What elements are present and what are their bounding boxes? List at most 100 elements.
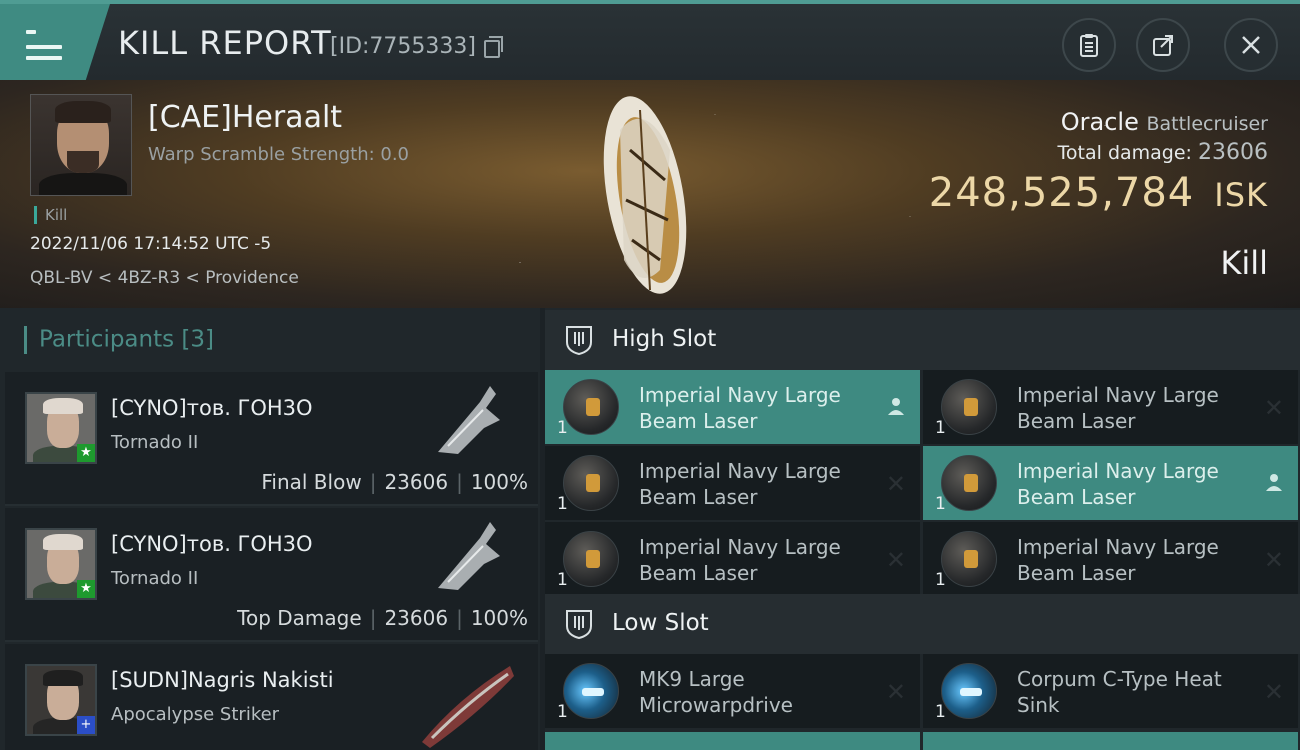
participant-name: [SUDN]Nagris Nakisti [111, 668, 334, 692]
destroyed-icon: ✕ [1263, 678, 1284, 706]
module-item-partial[interactable] [545, 732, 920, 750]
participant-name: [CYNO]тов. ГОН3О [111, 532, 313, 556]
module-item[interactable]: 1 Imperial Navy Large Beam Laser ✕ [545, 522, 920, 596]
module-name: Imperial Navy Large Beam Laser [639, 459, 841, 509]
module-name: Imperial Navy Large Beam Laser [639, 383, 841, 433]
module-name: Imperial Navy Large Beam Laser [1017, 535, 1219, 585]
kill-datetime: 2022/11/06 17:14:52 UTC -5 [30, 234, 272, 254]
beam-laser-icon [563, 379, 619, 435]
isk-value: 248,525,784 ISK [929, 170, 1268, 216]
microwarpdrive-icon [563, 663, 619, 719]
module-qty: 1 [557, 418, 568, 438]
victim-name[interactable]: [CAE]Heraalt [148, 100, 342, 135]
share-icon [1153, 35, 1173, 56]
isk-amount: 248,525,784 [928, 170, 1195, 216]
tornado-ship-image [438, 522, 500, 590]
destroyed-icon: ✕ [1263, 394, 1284, 422]
module-qty: 1 [935, 418, 946, 438]
participants-header: Participants [3] [0, 308, 540, 372]
low-slot-header: Low Slot [545, 594, 1300, 654]
beam-laser-icon [941, 379, 997, 435]
participant-name: [CYNO]тов. ГОН3О [111, 396, 313, 420]
warp-scramble: Warp Scramble Strength: 0.0 [148, 144, 410, 165]
module-name: MK9 Large Microwarpdrive [639, 667, 793, 717]
tornado-ship-image [438, 386, 500, 454]
module-item[interactable]: 1 Corpum C-Type Heat Sink ✕ [923, 654, 1298, 728]
high-slot-icon [566, 326, 592, 356]
person-icon [1266, 474, 1282, 491]
module-item[interactable]: 1 Imperial Navy Large Beam Laser ✕ [545, 446, 920, 520]
plus-icon: + [77, 716, 95, 734]
module-name: Imperial Navy Large Beam Laser [1017, 459, 1219, 509]
participant-row[interactable]: + [SUDN]Nagris Nakisti Apocalypse Strike… [5, 644, 538, 750]
beam-laser-icon [563, 531, 619, 587]
destroyed-icon: ✕ [1263, 546, 1284, 574]
participant-stats: Top Damage | 23606 | 100% [237, 606, 528, 630]
victim-avatar[interactable] [30, 94, 132, 196]
participant-avatar: ★ [25, 392, 97, 464]
low-slot-label: Low Slot [612, 610, 709, 636]
module-name: Corpum C-Type Heat Sink [1017, 667, 1222, 717]
kill-location[interactable]: QBL-BV < 4BZ-R3 < Providence [30, 268, 299, 288]
participant-ship: Apocalypse Striker [111, 704, 280, 725]
module-item[interactable]: 1 Imperial Navy Large Beam Laser ✕ [923, 370, 1298, 444]
oracle-ship-image[interactable] [590, 90, 700, 300]
copy-icon[interactable] [484, 36, 503, 58]
module-item[interactable]: 1 MK9 Large Microwarpdrive ✕ [545, 654, 920, 728]
isk-unit: ISK [1214, 176, 1268, 214]
module-item[interactable]: 1 Imperial Navy Large Beam Laser [545, 370, 920, 444]
total-damage: Total damage: 23606 [1058, 140, 1268, 165]
module-item-partial[interactable] [923, 732, 1298, 750]
star-icon: ★ [77, 580, 95, 598]
clipboard-button[interactable] [1062, 18, 1116, 72]
module-name: Imperial Navy Large Beam Laser [639, 535, 841, 585]
heat-sink-icon [941, 663, 997, 719]
beam-laser-icon [941, 455, 997, 511]
destroyed-icon: ✕ [885, 470, 906, 498]
share-button[interactable] [1136, 18, 1190, 72]
victim-header: [CAE]Heraalt Warp Scramble Strength: 0.0… [0, 80, 1300, 308]
destroyed-icon: ✕ [885, 678, 906, 706]
ship-name: Oracle [1060, 108, 1139, 136]
close-button[interactable] [1224, 18, 1278, 72]
high-slot-header: High Slot [545, 310, 1300, 370]
participant-damage: 23606 [384, 606, 449, 630]
high-slot-label: High Slot [612, 326, 717, 352]
fittings-panel: High Slot 1 Imperial Navy Large Beam Las… [545, 308, 1300, 750]
participant-stats: Final Blow | 23606 | 100% [261, 470, 528, 494]
page-title: KILL REPORT [118, 24, 332, 62]
kill-tag: Kill [34, 206, 67, 224]
total-damage-label: Total damage: [1057, 142, 1192, 164]
participant-ship: Tornado II [111, 568, 199, 589]
ship-class: Battlecruiser [1146, 113, 1268, 135]
top-bar: KILL REPORT [ID:7755333] [0, 0, 1300, 80]
menu-button[interactable] [0, 4, 110, 80]
close-icon [1242, 36, 1260, 54]
participant-percent: 100% [470, 470, 528, 494]
participant-avatar: ★ [25, 528, 97, 600]
module-qty: 1 [557, 702, 568, 722]
participant-ship: Tornado II [111, 432, 199, 453]
module-qty: 1 [557, 494, 568, 514]
star-icon: ★ [77, 444, 95, 462]
participant-role: Top Damage [237, 606, 362, 630]
participant-role: Final Blow [261, 470, 362, 494]
participant-row[interactable]: ★ [CYNO]тов. ГОН3О Tornado II Top Damage… [5, 508, 538, 642]
module-qty: 1 [935, 702, 946, 722]
participants-label: Participants [39, 326, 175, 353]
menu-icon [26, 26, 62, 60]
participant-row[interactable]: ★ [CYNO]тов. ГОН3О Tornado II Final Blow… [5, 372, 538, 506]
apocalypse-ship-image [422, 666, 514, 748]
participants-count: [3] [181, 326, 215, 353]
module-item[interactable]: 1 Imperial Navy Large Beam Laser [923, 446, 1298, 520]
module-qty: 1 [935, 494, 946, 514]
report-id: [ID:7755333] [330, 34, 476, 59]
module-item[interactable]: 1 Imperial Navy Large Beam Laser ✕ [923, 522, 1298, 596]
participant-damage: 23606 [384, 470, 449, 494]
victim-ship[interactable]: Oracle Battlecruiser [1061, 108, 1268, 136]
module-qty: 1 [935, 570, 946, 590]
person-icon [888, 398, 904, 415]
low-slot-icon [566, 610, 592, 640]
participant-percent: 100% [470, 606, 528, 630]
clipboard-icon [1080, 34, 1098, 57]
